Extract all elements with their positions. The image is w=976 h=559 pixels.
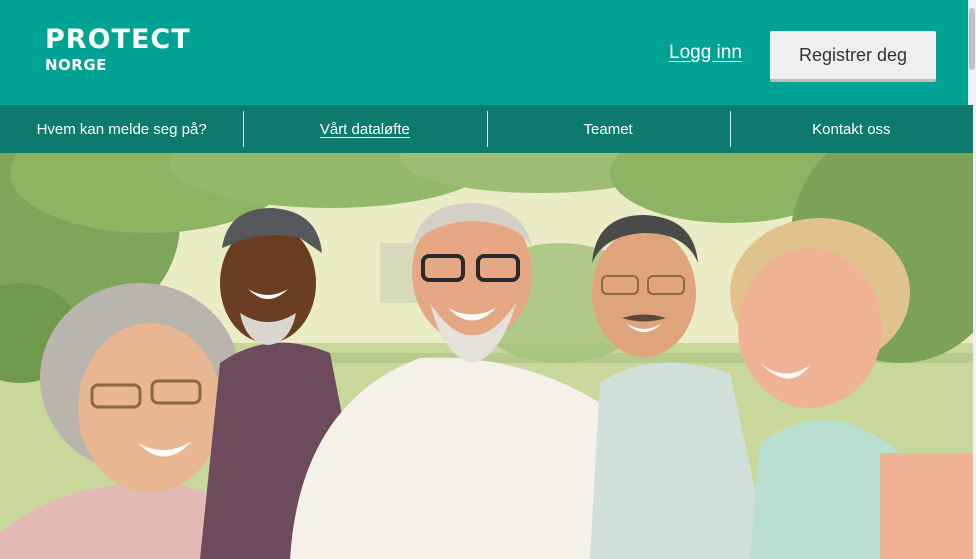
hero-illustration [0,153,973,559]
logo-wordmark: PROTECT [45,24,191,55]
nav-item-label: Hvem kan melde seg på? [36,120,207,138]
nav-item-contact[interactable]: Kontakt oss [729,105,973,153]
register-button[interactable]: Registrer deg [770,31,936,82]
nav-item-label: Vårt dataløfte [319,120,410,138]
nav-item-who-can-join[interactable]: Hvem kan melde seg på? [0,105,243,153]
main-navigation: Hvem kan melde seg på? Vårt dataløfte Te… [0,105,973,153]
hero-image [0,153,973,559]
logo-subtitle: NORGE [45,56,107,74]
nav-item-data-promise[interactable]: Vårt dataløfte [243,105,486,153]
nav-item-team[interactable]: Teamet [486,105,730,153]
scrollbar-thumb[interactable] [969,8,975,70]
nav-item-label: Teamet [583,120,633,138]
nav-item-label: Kontakt oss [812,120,891,138]
site-header: PROTECT NORGE Logg inn Registrer deg [0,0,976,105]
protect-norge-logo[interactable]: PROTECT NORGE [45,24,191,75]
login-link[interactable]: Logg inn [669,42,742,64]
